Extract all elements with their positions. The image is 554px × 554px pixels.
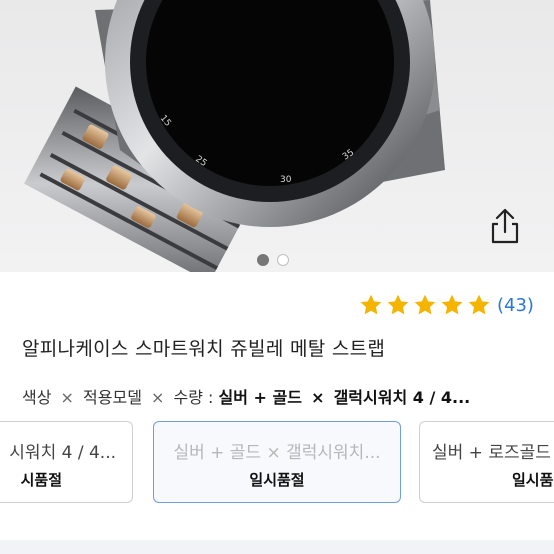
option-separator: × (60, 388, 74, 407)
option-carousel[interactable]: 시워치 4 / 4... 시품절 실버 + 골드 × 갤럭시워치... 일시품절… (0, 421, 554, 505)
selected-model-value: 갤럭시워치 4 / 4... (333, 388, 471, 407)
star-icon (360, 294, 382, 315)
option-label-color: 색상 (22, 388, 52, 407)
option-card-status: 시품절 (20, 471, 62, 489)
gallery-pagination[interactable] (257, 254, 289, 266)
option-value-separator: × (311, 388, 325, 407)
svg-text:30: 30 (280, 175, 292, 185)
review-count-link[interactable]: (43) (497, 295, 534, 316)
option-label-model: 적용모델 (83, 388, 142, 407)
star-icon (441, 294, 463, 315)
option-card-name: 시워치 4 / 4... (9, 443, 116, 463)
gallery-dot[interactable] (277, 254, 289, 266)
option-card-name: 실버 + 로즈골드 (432, 443, 551, 463)
product-title: 알피나케이스 스마트워치 쥬빌레 메탈 스트랩 (22, 338, 386, 360)
share-icon (491, 208, 519, 244)
option-card-status: 일시품절 (512, 471, 554, 489)
option-card[interactable]: 시워치 4 / 4... 시품절 (0, 421, 133, 503)
product-image[interactable]: 15 25 30 35 (0, 0, 554, 272)
gallery-dot[interactable] (257, 254, 269, 266)
option-card-name: 실버 + 골드 × 갤럭시워치... (173, 443, 381, 463)
star-icon (387, 294, 409, 315)
watch-photo: 15 25 30 35 (24, 0, 445, 272)
section-divider (0, 540, 554, 554)
option-card[interactable]: 실버 + 로즈골드 일시품절 (419, 421, 554, 503)
star-icon (468, 294, 490, 315)
star-icon (414, 294, 436, 315)
option-label-quantity: 수량 : (173, 388, 214, 407)
option-card-status: 일시품절 (249, 471, 305, 489)
option-card-selected[interactable]: 실버 + 골드 × 갤럭시워치... 일시품절 (153, 421, 401, 503)
selected-color-value: 실버 + 골드 (218, 388, 302, 407)
rating[interactable]: (43) (358, 292, 534, 318)
option-summary: 색상 × 적용모델 × 수량 : 실버 + 골드 × 갤럭시워치 4 / 4..… (22, 384, 470, 408)
option-separator: × (151, 388, 165, 407)
share-button[interactable] (488, 206, 522, 246)
